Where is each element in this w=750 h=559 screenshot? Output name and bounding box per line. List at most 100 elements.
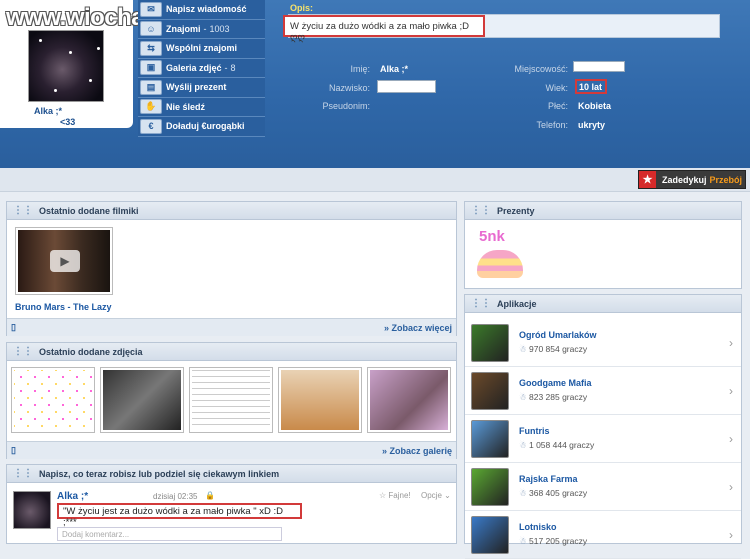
post-text: "W życiu jest za dużo wódki a za mało pi… (57, 503, 302, 528)
menu-item-label: Galeria zdjęć (166, 62, 222, 73)
photos-panel: ⋮⋮ Ostatnio dodane zdjęcia ▯ » Zobacz gal… (6, 342, 457, 459)
wiek-value: 10 lat (575, 79, 607, 94)
avatar[interactable] (28, 30, 104, 102)
dedicate-song-button[interactable]: ★ Zadedykuj Przebój (638, 170, 746, 189)
chevron-right-icon: › (729, 432, 733, 446)
gifts-panel: ⋮⋮ Prezenty 5nk (464, 201, 742, 289)
app-info: Lotnisko ☃ 517 205 graczy (519, 522, 587, 547)
envelope-icon: ✉ (140, 1, 162, 17)
videos-footer: ▯ » Zobacz więcej (7, 318, 456, 336)
app-row[interactable]: Ogród Umarlaków ☃ 970 854 graczy › (465, 319, 741, 367)
players-icon: ☃ (519, 488, 529, 498)
post-author[interactable]: Alka ;* (57, 491, 88, 502)
app-name[interactable]: Funtris (519, 426, 594, 436)
lock-icon: 🔒 (205, 491, 215, 500)
photo-thumb[interactable] (11, 367, 95, 433)
app-players: 970 854 graczy (528, 344, 588, 354)
pseudonim-label: Pseudonim: (322, 101, 370, 111)
photo-thumb[interactable] (367, 367, 451, 433)
videos-more-link[interactable]: » Zobacz więcej (384, 323, 452, 333)
photos-more-link[interactable]: » Zobacz galerię (382, 446, 452, 456)
menu-item[interactable]: ✋ Nie śledź (138, 97, 265, 117)
menu-item-label: Doładuj €urogąbki (166, 121, 245, 132)
menu-item[interactable]: ⇆ Wspólni znajomi (138, 39, 265, 59)
chevron-right-icon: › (729, 384, 733, 398)
play-icon: ▶ (50, 250, 80, 272)
post-avatar[interactable] (13, 491, 51, 529)
star-icon: ★ (639, 171, 656, 188)
star-outline-icon: ☆ (379, 491, 389, 500)
players-icon: ☃ (519, 392, 529, 402)
players-icon: ☃ (519, 536, 529, 546)
chevron-right-icon: › (729, 528, 733, 542)
people-icon: ☺ (140, 21, 162, 37)
photo-thumb[interactable] (100, 367, 184, 433)
app-name[interactable]: Rajska Farma (519, 474, 587, 484)
apps-panel: ⋮⋮ Aplikacje Ogród Umarlaków ☃ 970 854 gra… (464, 294, 742, 559)
birthday-cake-gift[interactable]: 5nk (475, 228, 525, 284)
miejscowosc-value (573, 61, 625, 72)
comment-input[interactable]: Dodaj komentarz... (57, 527, 282, 541)
players-icon: ☃ (519, 344, 529, 354)
apps-title: Aplikacje (497, 298, 537, 309)
post-time: dzisiaj 02:35 (153, 492, 198, 501)
status-panel-header[interactable]: ⋮⋮ Napisz, co teraz robisz lub podziel si… (7, 465, 456, 483)
options-button[interactable]: Opcje ⌄ (421, 491, 451, 500)
menu-item-label: Nie śledź (166, 101, 206, 112)
menu-count-separator: - (224, 62, 228, 73)
app-players: 368 405 graczy (528, 488, 588, 498)
status-panel: ⋮⋮ Napisz, co teraz robisz lub podziel si… (6, 464, 457, 544)
dedicate-label: Zadedykuj (662, 174, 707, 185)
app-players: 517 205 graczy (528, 536, 588, 546)
app-row[interactable]: Funtris ☃ 1 058 444 graczy › (465, 415, 741, 463)
menu-item[interactable]: ✉ Napisz wiadomość (138, 0, 265, 20)
video-thumbnail[interactable]: ▶ (15, 227, 113, 295)
app-name[interactable]: Ogród Umarlaków (519, 330, 597, 340)
menu-item-label: Znajomi (166, 23, 201, 34)
videos-title: Ostatnio dodane filmiki (39, 205, 139, 216)
plec-value: Kobieta (578, 101, 612, 111)
app-row[interactable]: Goodgame Mafia ☃ 823 285 graczy › (465, 367, 741, 415)
gift-icon: ▤ (140, 79, 162, 95)
chevron-right-icon: › (729, 480, 733, 494)
videos-panel-header: ⋮⋮ Ostatnio dodane filmiki (7, 202, 456, 220)
plec-label: Płeć: (547, 101, 568, 111)
page-icon: ▯ (11, 322, 16, 332)
menu-item-count: 8 (230, 62, 236, 73)
menu-item[interactable]: ☺ Znajomi -1003 (138, 19, 265, 39)
app-name[interactable]: Goodgame Mafia (519, 378, 592, 388)
camera-icon: ▣ (140, 60, 162, 76)
app-icon (471, 467, 509, 506)
nazwisko-value (377, 80, 436, 93)
players-icon: ☃ (519, 440, 529, 450)
app-icon (471, 419, 509, 458)
app-players: 1 058 444 graczy (528, 440, 595, 450)
app-row[interactable]: Lotnisko ☃ 517 205 graczy › (465, 511, 741, 559)
chevron-right-icon: › (729, 336, 733, 350)
gift-caption: 5nk (479, 228, 505, 245)
opis-label: Opis: (290, 3, 314, 13)
profile-tag: <33 (60, 117, 76, 127)
video-title-link[interactable]: Bruno Mars - The Lazy (15, 302, 112, 312)
gifts-title: Prezenty (497, 205, 535, 216)
page-icon: ▯ (11, 445, 16, 455)
like-button[interactable]: ☆ Fajne! (379, 491, 411, 500)
app-row[interactable]: Rajska Farma ☃ 368 405 graczy › (465, 463, 741, 511)
app-name[interactable]: Lotnisko (519, 522, 587, 532)
photos-title: Ostatnio dodane zdjęcia (39, 346, 143, 357)
app-info: Funtris ☃ 1 058 444 graczy (519, 426, 594, 451)
telefon-label: Telefon: (536, 120, 568, 130)
menu-item[interactable]: ▣ Galeria zdjęć -8 (138, 58, 265, 78)
videos-panel: ⋮⋮ Ostatnio dodane filmiki ▶ Bruno Mars -… (6, 201, 457, 336)
app-players: 823 285 graczy (528, 392, 588, 402)
menu-item-label: Napisz wiadomość (166, 4, 247, 15)
status-prompt: Napisz, co teraz robisz lub podziel się … (39, 468, 280, 479)
menu-item[interactable]: ▤ Wyślij prezent (138, 78, 265, 98)
miejscowosc-label: Miejscowość: (514, 64, 568, 74)
telefon-value: ukryty (578, 120, 606, 130)
mutual-friends-icon: ⇆ (140, 40, 162, 56)
menu-item[interactable]: € Doładuj €urogąbki (138, 117, 265, 137)
photo-thumb[interactable] (189, 367, 273, 433)
grip-icon: ⋮⋮ (13, 468, 33, 479)
photo-thumb[interactable] (278, 367, 362, 433)
